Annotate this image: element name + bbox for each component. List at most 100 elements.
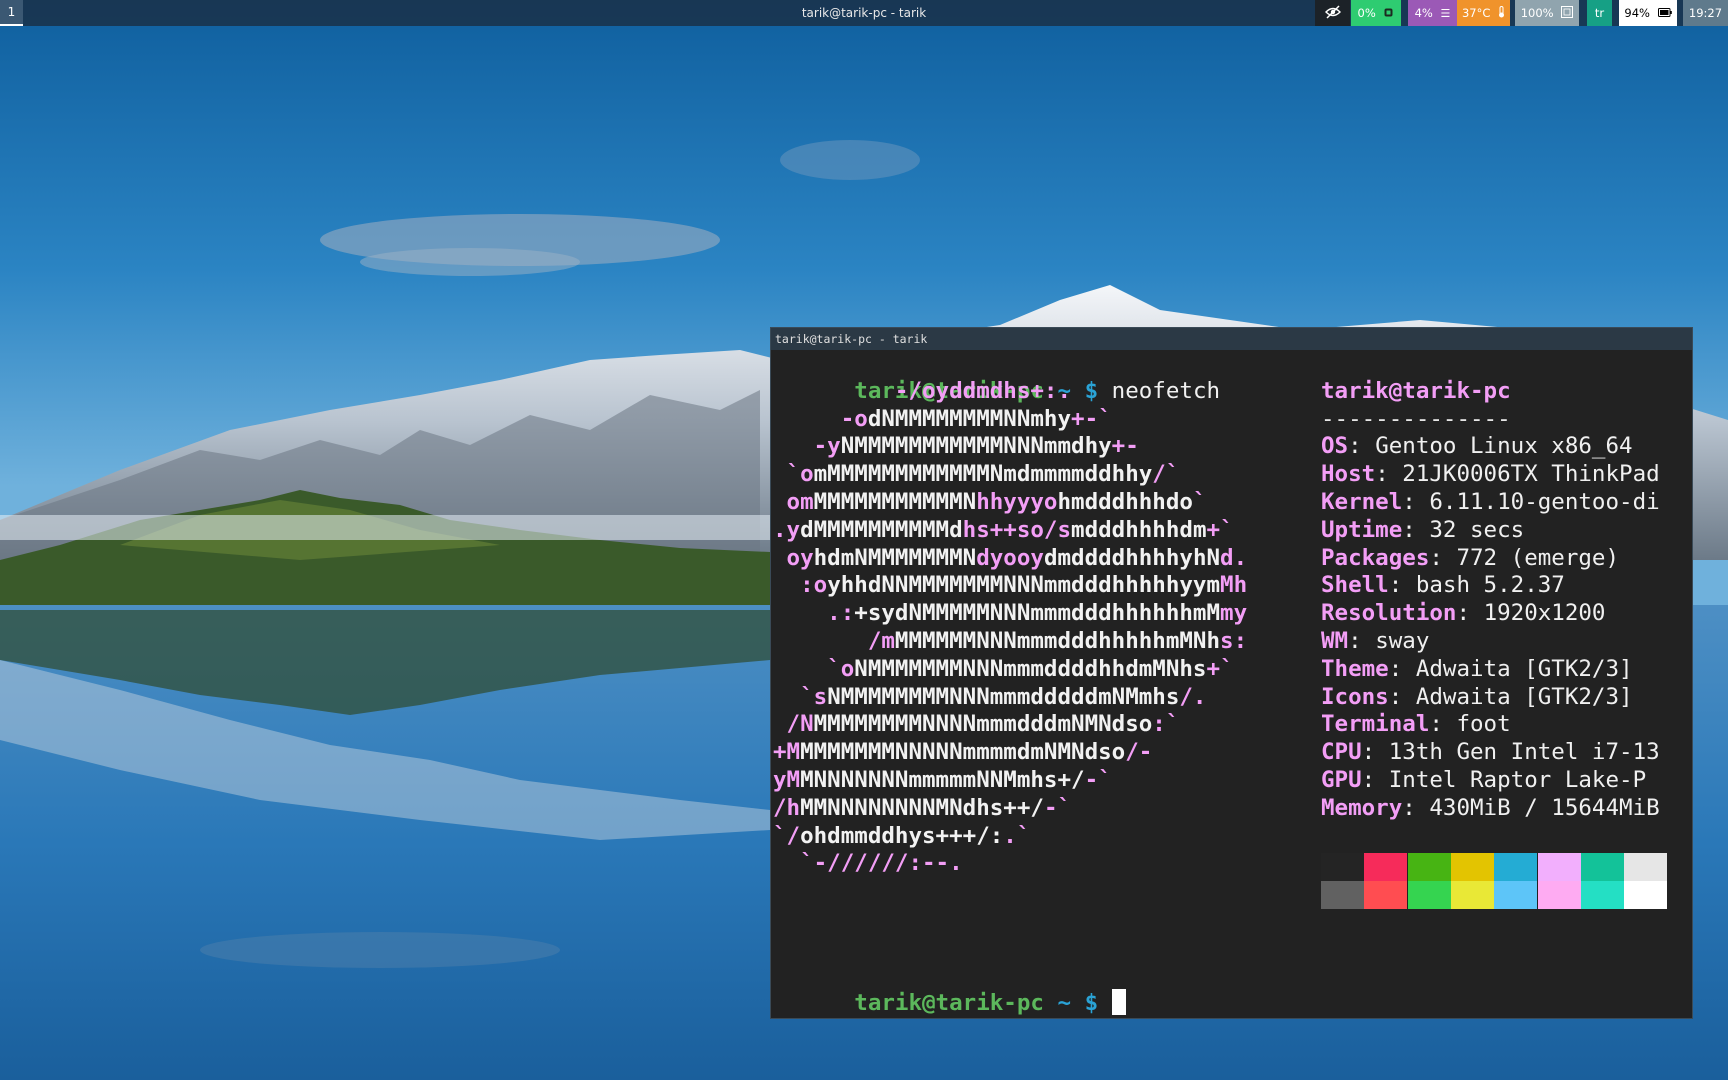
temperature-module[interactable]: 37°C (1457, 0, 1510, 26)
info-user-host: tarik@tarik-pc (1321, 378, 1511, 406)
cpu-usage-value: 0% (1357, 6, 1376, 20)
logo-segment: +M (773, 739, 801, 766)
logo-segment: hhyyyo (976, 489, 1058, 515)
logo-segment: MMMMMMMMNNNNmmmdddmNMNdso (813, 711, 1153, 738)
info-value: Adwaita [GTK2/3] (1415, 655, 1633, 682)
display-icon (1561, 6, 1574, 20)
logo-segment: dNMMMMMMMMNNmhy (867, 405, 1072, 432)
cpu-chip-icon (1383, 7, 1394, 20)
palette-swatch (1364, 853, 1408, 881)
info-value: 6.11.10-gentoo-di (1429, 489, 1660, 515)
battery-icon (1657, 7, 1672, 20)
info-value: 1920x1200 (1483, 600, 1606, 627)
info-row-kernel: Kernel: 6.11.10-gentoo-di (1321, 489, 1660, 517)
info-row-gpu: GPU: Intel Raptor Lake-P (1321, 767, 1646, 795)
logo-segment: -` (1043, 794, 1072, 821)
keyboard-layout-module[interactable]: tr (1587, 0, 1612, 26)
info-value: 13th Gen Intel i7-13 (1388, 739, 1660, 766)
logo-segment: +- (1111, 433, 1139, 460)
palette-swatch (1450, 853, 1494, 881)
info-key: Resolution (1321, 600, 1457, 627)
info-value: sway (1375, 628, 1430, 654)
logo-line: .ydMMMMMMMMMMdhs++so/smdddhhhhdm+` (773, 517, 1234, 545)
logo-segment: `o (773, 461, 814, 488)
thermometer-icon (1498, 6, 1505, 20)
info-colon: : (1388, 655, 1416, 682)
terminal-content[interactable]: tarik@tarik-pc ~ $ neofetch -/oyddmdhs+:… (773, 350, 1692, 1018)
privacy-indicator[interactable] (1315, 0, 1350, 26)
logo-segment: `o (773, 655, 855, 682)
logo-segment: hmdddhhhdo (1057, 489, 1193, 515)
info-colon: : (1348, 628, 1376, 654)
info-key: Packages (1321, 544, 1430, 571)
memory-usage-module[interactable]: 4% ☰ (1408, 0, 1457, 26)
logo-segment: oy (773, 544, 814, 571)
battery-module[interactable]: 94% (1619, 0, 1677, 26)
clock-module[interactable]: 19:27 (1683, 0, 1728, 26)
info-row-cpu: CPU: 13th Gen Intel i7-13 (1321, 739, 1660, 767)
info-colon: : (1402, 794, 1430, 821)
info-row-theme: Theme: Adwaita [GTK2/3] (1321, 656, 1633, 684)
info-colon: : (1361, 739, 1389, 766)
logo-segment: hs++so/s (962, 516, 1072, 543)
active-prompt-line[interactable]: tarik@tarik-pc ~ $ (773, 962, 1126, 1046)
info-row-resolution: Resolution: 1920x1200 (1321, 600, 1605, 628)
info-value: Adwaita [GTK2/3] (1415, 683, 1633, 710)
logo-line: /mMMMMMMNNNmmmdddhhhhhmMNhs: (773, 628, 1247, 656)
palette-swatch (1580, 853, 1624, 881)
palette-swatch (1537, 881, 1581, 909)
logo-segment: dmddddhhhhyhN (1043, 544, 1221, 571)
workspace-button[interactable]: 1 (0, 0, 23, 26)
info-key: CPU (1321, 739, 1362, 766)
info-value: 21JK0006TX ThinkPad (1402, 461, 1660, 488)
logo-segment: +` (1206, 655, 1234, 682)
terminal-titlebar[interactable]: tarik@tarik-pc - tarik (771, 328, 1692, 350)
logo-segment: s: (1220, 628, 1248, 654)
info-key: WM (1321, 628, 1349, 654)
logo-line: oyhdmNMMMMMMMNdyooydmddddhhhhyhNd. (773, 544, 1248, 573)
info-key: Shell (1321, 572, 1389, 599)
logo-segment: +sydNMMMMMNNNmmmdddhhhhhhmM (854, 600, 1221, 627)
prompt-cwd: ~ (1057, 990, 1072, 1017)
info-row-os: OS: Gentoo Linux x86_64 (1321, 433, 1633, 461)
cpu-usage-module[interactable]: 0% (1351, 0, 1401, 26)
logo-line: /hMMNNNNNNNNMNdhs++/-` (773, 795, 1071, 823)
logo-segment: MMNNNNNNNNMNdhs++/ (800, 794, 1044, 821)
palette-swatch (1624, 881, 1668, 909)
palette-swatch (1321, 881, 1364, 909)
brightness-module[interactable]: 100% (1515, 0, 1579, 26)
logo-line: `/ohdmmddhys+++/:.` (773, 823, 1030, 851)
info-colon: : (1348, 433, 1376, 460)
logo-segment: `s (773, 683, 828, 710)
info-value: bash 5.2.37 (1415, 572, 1565, 599)
logo-segment: .: (773, 600, 855, 627)
info-value: Gentoo Linux x86_64 (1375, 433, 1633, 460)
logo-segment: MMMMMMMNNNNNmmmmdmNMNdso (800, 739, 1126, 766)
logo-segment: NMMMMMMMMMMMNNNmmdhy (840, 433, 1112, 460)
logo-segment: yhhdNNMMMMMMMNNNmmdddhhhhhyym (827, 572, 1221, 599)
terminal-window[interactable]: tarik@tarik-pc - tarik tarik@tarik-pc ~ … (770, 327, 1693, 1019)
logo-segment: -` (1084, 767, 1112, 793)
logo-segment: MMMMMMMMMMMN (813, 489, 977, 515)
logo-line: `sNMMMMMMMMNNNmmmdddddmNMmhs/. (773, 684, 1206, 712)
info-value: 430MiB / 15644MiB (1429, 794, 1660, 821)
info-key: Memory (1321, 794, 1403, 821)
info-row-memory: Memory: 430MiB / 15644MiB (1321, 795, 1660, 823)
logo-segment: -o (773, 405, 868, 432)
logo-segment: :` (1152, 711, 1180, 738)
logo-segment: /h (773, 794, 801, 821)
info-row-wm: WM: sway (1321, 628, 1429, 656)
palette-swatch (1580, 881, 1624, 909)
info-key: Terminal (1321, 711, 1430, 738)
temperature-value: 37°C (1461, 6, 1491, 20)
logo-line: -yNMMMMMMMMMMMNNNmmdhy+- (773, 433, 1139, 461)
logo-segment: .y (773, 516, 801, 543)
logo-segment: /- (1125, 739, 1153, 766)
logo-segment: dMMMMMMMMMMd (800, 516, 963, 543)
logo-segment: `-//////:--. (773, 850, 963, 877)
logo-line: `omMMMMMMMMMMMMNmdmmmmddhhy/` (773, 461, 1180, 489)
prompt-user-host: tarik@tarik-pc (854, 990, 1044, 1017)
logo-segment: /N (773, 711, 814, 738)
logo-segment: /` (1152, 461, 1180, 488)
info-colon: : (1429, 544, 1457, 571)
